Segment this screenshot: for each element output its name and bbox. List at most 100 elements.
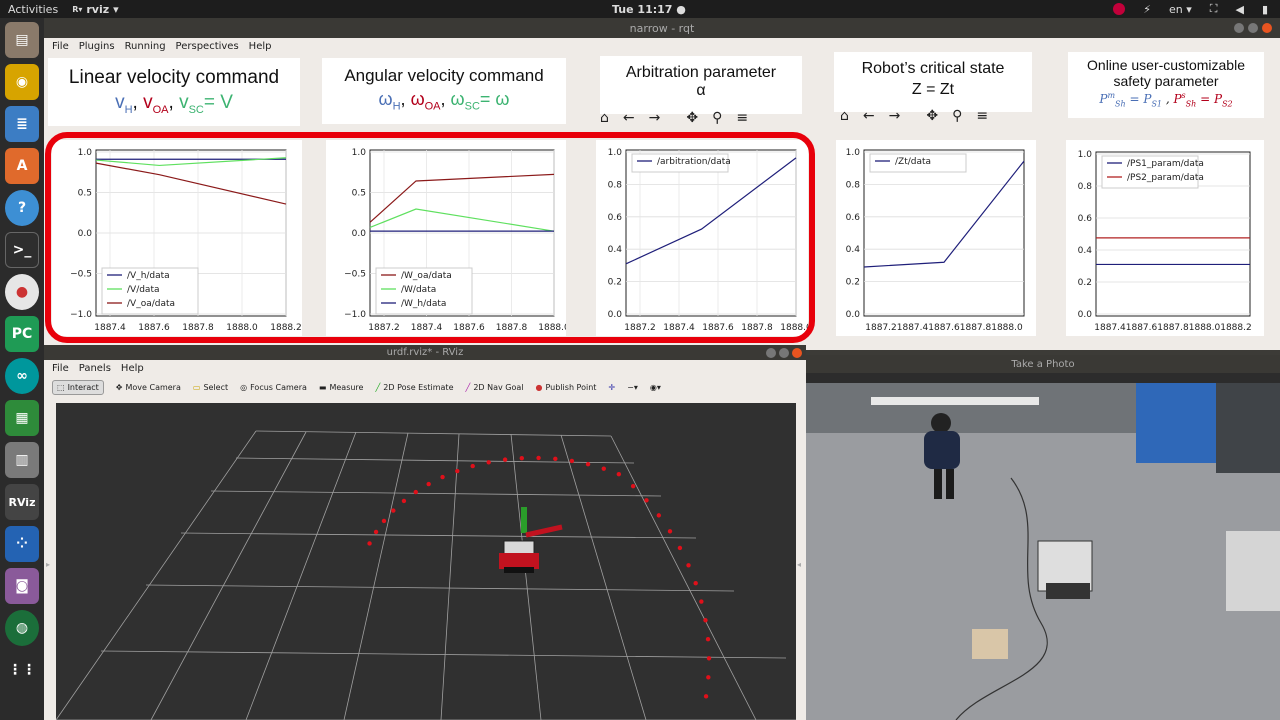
pycharm-icon[interactable]: PC <box>5 316 39 352</box>
trajectory-points <box>367 455 712 699</box>
rviz-left-collapse-handle[interactable]: ▸ <box>46 560 50 569</box>
clock[interactable]: Tue 11:17 ● <box>612 3 686 16</box>
forward-arrow-icon[interactable]: → <box>889 108 901 124</box>
pan-icon[interactable]: ✥ <box>686 110 698 126</box>
battery-icon[interactable]: ▮ <box>1262 3 1268 16</box>
legend-label: /W_oa/data <box>401 271 452 281</box>
calc-sheet-icon[interactable]: ▦ <box>5 400 39 436</box>
power-icon[interactable]: ⚡ <box>1143 3 1151 16</box>
tool-measure[interactable]: ▬ Measure <box>319 383 364 392</box>
close-button[interactable] <box>1262 23 1272 33</box>
files-icon[interactable]: ▤ <box>5 22 39 58</box>
software-icon[interactable]: A <box>5 148 39 184</box>
trajectory-dot <box>519 455 524 461</box>
arduino-icon[interactable]: ∞ <box>5 358 39 394</box>
tool-remove[interactable]: −▾ <box>627 383 638 392</box>
show-apps-icon[interactable]: ⋮⋮ <box>5 652 39 688</box>
menu-file[interactable]: File <box>52 41 69 52</box>
legend-label: /W_h/data <box>401 299 446 309</box>
tool-label: Focus Camera <box>250 382 307 392</box>
trajectory-dot <box>667 529 673 534</box>
camera-feed <box>806 383 1280 720</box>
menu-plugins[interactable]: Plugins <box>79 41 115 52</box>
pan-icon[interactable]: ✥ <box>926 108 938 124</box>
tool-camera-type[interactable]: ◉▾ <box>650 383 661 392</box>
tool-label: 2D Nav Goal <box>473 382 524 392</box>
title-text-line2: safety parameter <box>1113 73 1219 89</box>
network-icon[interactable]: ⛶ <box>1210 2 1218 16</box>
settings-icon[interactable]: ≡ <box>976 108 988 124</box>
plot-area <box>863 149 1025 317</box>
x-tick-label: 1887.4 <box>411 323 443 333</box>
music-icon[interactable]: ◉ <box>5 64 39 100</box>
side-equipment <box>1226 531 1280 611</box>
camera-titlebar: Take a Photo <box>806 355 1280 373</box>
back-arrow-icon[interactable]: ← <box>623 110 635 126</box>
zoom-icon[interactable]: ⚲ <box>712 110 722 126</box>
home-icon[interactable]: ⌂ <box>840 108 849 124</box>
help-icon[interactable]: ? <box>5 190 39 226</box>
rviz-window-title: urdf.rviz* - RViz <box>386 347 464 358</box>
robot-base-in-camera <box>1046 583 1090 599</box>
tool-move-camera[interactable]: ✥ Move Camera <box>116 383 181 392</box>
tool-2d-pose-estimate[interactable]: ╱ 2D Pose Estimate <box>375 383 453 392</box>
trajectory-dot <box>440 474 445 480</box>
chrome-icon[interactable]: ● <box>5 274 39 310</box>
person-body <box>924 431 960 469</box>
close-button[interactable] <box>792 347 802 358</box>
x-tick-label: 1887.4 <box>94 323 126 333</box>
text-editor-icon[interactable]: ≣ <box>5 106 39 142</box>
trajectory-dot <box>486 460 491 465</box>
title-text: Angular velocity command <box>344 66 544 85</box>
menu-running[interactable]: Running <box>125 41 166 52</box>
calculator-icon[interactable]: ▥ <box>5 442 39 478</box>
record-indicator-icon[interactable] <box>1113 3 1126 15</box>
zoom-icon[interactable]: ⚲ <box>952 108 962 124</box>
tool-add[interactable]: ✛ <box>608 383 615 392</box>
back-arrow-icon[interactable]: ← <box>863 108 875 124</box>
forward-arrow-icon[interactable]: → <box>649 110 661 126</box>
minimize-button[interactable] <box>766 347 776 358</box>
trajectory-dot <box>656 513 662 518</box>
rviz-icon[interactable]: RViz <box>5 484 39 520</box>
menu-perspectives[interactable]: Perspectives <box>176 41 239 52</box>
x-tick-label: 1887.6 <box>453 323 485 333</box>
tool-interact[interactable]: ⬚ Interact <box>52 379 104 395</box>
tool-label: Measure <box>329 382 364 392</box>
window-controls <box>1234 23 1272 33</box>
rviz-scene <box>55 430 796 720</box>
tool-publish-point[interactable]: ● Publish Point <box>536 383 597 392</box>
minimize-button[interactable] <box>1234 23 1244 33</box>
legend-label: /V_oa/data <box>127 299 175 309</box>
screenshot-icon[interactable]: ◙ <box>5 568 39 604</box>
app-menu[interactable]: R▾ rviz ▾ <box>72 3 119 16</box>
rviz-3d-viewport[interactable] <box>55 403 796 720</box>
box <box>972 629 1008 659</box>
menu-file[interactable]: File <box>52 363 69 374</box>
y-tick-label: 0.8 <box>608 180 623 190</box>
terminal-icon[interactable]: >_ <box>5 232 39 268</box>
language-indicator[interactable]: en ▾ <box>1169 3 1192 16</box>
home-icon[interactable]: ⌂ <box>600 110 609 126</box>
settings-icon[interactable]: ≡ <box>736 110 748 126</box>
rqt-titlebar: narrow - rqt <box>44 18 1280 38</box>
menu-help[interactable]: Help <box>121 363 144 374</box>
activities-button[interactable]: Activities <box>8 3 58 16</box>
plot-panel-safety: 1.0 0.8 0.6 0.4 0.2 0.0 1887.41887.61887.81888… <box>1066 140 1264 336</box>
y-tick-label: 0.5 <box>352 189 366 199</box>
rviz-right-collapse-handle[interactable]: ◂ <box>797 560 801 569</box>
tool-select[interactable]: ▭ Select <box>193 383 228 392</box>
y-tick-label: 1.0 <box>352 148 367 158</box>
volume-icon[interactable]: ◀ <box>1235 3 1243 16</box>
trajectory-dot <box>677 545 683 551</box>
legend-label: /PS2_param/data <box>1127 173 1204 183</box>
apps-grid-icon[interactable]: ⁘ <box>5 526 39 562</box>
globe-icon[interactable]: ◍ <box>5 610 39 646</box>
tool-focus-camera[interactable]: ◎ Focus Camera <box>240 383 307 392</box>
tool-2d-nav-goal[interactable]: ╱ 2D Nav Goal <box>466 383 524 392</box>
menu-panels[interactable]: Panels <box>79 363 111 374</box>
menu-help[interactable]: Help <box>249 41 272 52</box>
maximize-button[interactable] <box>779 347 789 358</box>
arbitration-title: Arbitration parameter α <box>600 56 802 114</box>
maximize-button[interactable] <box>1248 23 1258 33</box>
